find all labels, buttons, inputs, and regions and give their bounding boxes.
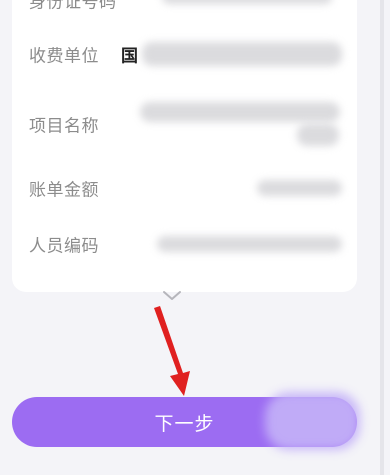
scrollbar[interactable]	[380, 0, 384, 475]
annotation-arrow-icon	[154, 306, 190, 396]
id-number-value-redacted	[162, 0, 332, 4]
item-name-row: 项目名称	[12, 100, 357, 148]
bill-amount-label: 账单金额	[29, 180, 99, 201]
bill-amount-row: 账单金额	[12, 168, 357, 208]
item-name-value-redacted-2	[297, 124, 339, 146]
person-code-value-redacted	[157, 236, 342, 252]
bill-info-card: 身份证号码 收费单位 国 项目名称 账单金额 人员编码	[12, 0, 357, 292]
person-code-label: 人员编码	[29, 236, 99, 257]
payee-unit-row: 收费单位 国	[12, 34, 357, 74]
button-redacted-area	[265, 392, 360, 450]
next-step-label: 下一步	[154, 412, 215, 435]
person-code-row: 人员编码	[12, 224, 357, 264]
id-number-label: 身份证号码	[29, 0, 117, 13]
item-name-value-redacted	[140, 102, 340, 122]
payee-unit-label: 收费单位	[29, 46, 99, 67]
item-name-label: 项目名称	[29, 116, 99, 137]
id-number-row: 身份证号码	[12, 0, 357, 20]
payee-unit-value: 国	[121, 46, 138, 67]
payee-unit-value-redacted	[142, 42, 342, 66]
bill-amount-value-redacted	[257, 180, 342, 196]
